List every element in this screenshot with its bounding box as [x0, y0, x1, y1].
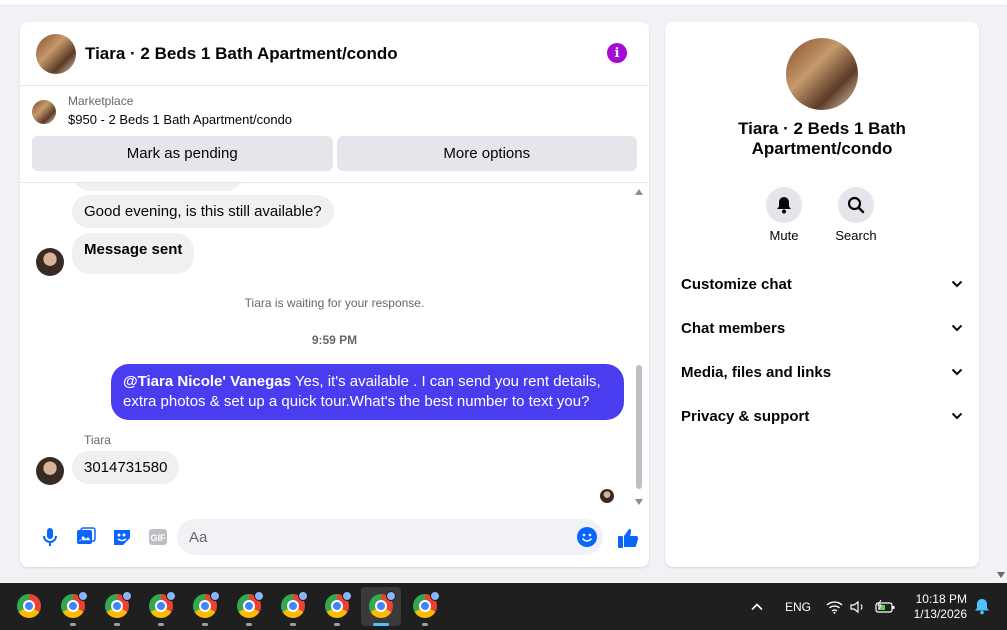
chat-title[interactable]: Tiara · 2 Beds 1 Bath Apartment/condo: [85, 44, 398, 64]
waiting-notice: Tiara is waiting for your response.: [244, 296, 425, 310]
page-scroll-down-arrow[interactable]: [997, 572, 1005, 578]
taskbar: ENG 10:18 PM 1/13/2026: [0, 583, 1007, 630]
outgoing-message[interactable]: @Tiara Nicole' Vanegas Yes, it's availab…: [111, 364, 624, 420]
message-bubble[interactable]: 3014731580: [72, 451, 180, 484]
sender-avatar[interactable]: [36, 248, 64, 276]
mute-label: Mute: [769, 228, 799, 243]
chrome-profile-icon[interactable]: [235, 591, 264, 626]
chrome-profile-icon[interactable]: [191, 591, 220, 626]
scroll-up-arrow[interactable]: [635, 189, 643, 195]
conversation-info-panel: Tiara · 2 Beds 1 Bath Apartment/condo Mu…: [665, 22, 979, 567]
menu-item-label: Privacy & support: [681, 407, 810, 425]
partial-bubble: [72, 183, 244, 191]
sticker-icon[interactable]: [104, 519, 140, 555]
settings-menu: Customize chat Chat members Media, files…: [665, 262, 979, 438]
message-input[interactable]: [189, 528, 559, 546]
menu-item-label: Chat members: [681, 319, 786, 337]
scroll-thumb[interactable]: [636, 365, 642, 489]
chrome-profile-icon[interactable]: [279, 591, 308, 626]
chevron-up-icon[interactable]: [750, 602, 764, 611]
microphone-icon[interactable]: [32, 519, 68, 555]
profile-avatar[interactable]: [786, 38, 858, 110]
sender-name: Tiara: [84, 433, 111, 447]
battery-icon[interactable]: [874, 583, 896, 630]
sender-avatar[interactable]: [36, 457, 64, 485]
clock-time: 10:18 PM: [915, 592, 967, 606]
timestamp: 9:59 PM: [311, 333, 358, 347]
active-app-indicator: [373, 623, 389, 626]
menu-chat-members[interactable]: Chat members: [665, 306, 979, 350]
chat-panel: Tiara · 2 Beds 1 Bath Apartment/condo i …: [20, 22, 649, 567]
read-receipt-avatar: [600, 489, 614, 503]
search-icon[interactable]: [838, 187, 874, 223]
gif-icon[interactable]: GIF: [140, 519, 176, 555]
message-input-box[interactable]: [177, 519, 603, 555]
search-button[interactable]: Search: [826, 187, 886, 243]
chat-avatar[interactable]: [36, 33, 76, 74]
chevron-down-icon: [951, 412, 963, 420]
more-options-button[interactable]: More options: [336, 136, 637, 171]
listing-price[interactable]: $950 - 2 Beds 1 Bath Apartment/condo: [68, 112, 292, 127]
chat-header: Tiara · 2 Beds 1 Bath Apartment/condo: [20, 22, 649, 86]
chrome-icon[interactable]: [15, 592, 43, 620]
info-icon[interactable]: i: [607, 43, 627, 63]
message-bubble[interactable]: Good evening, is this still available?: [72, 195, 334, 228]
like-icon[interactable]: [617, 527, 639, 554]
chrome-profile-icon[interactable]: [103, 591, 132, 626]
mention[interactable]: @Tiara Nicole' Vanegas: [123, 373, 291, 390]
message-bubble[interactable]: Message sent: [72, 233, 195, 274]
emoji-icon[interactable]: [577, 527, 597, 547]
scroll-down-arrow[interactable]: [635, 499, 643, 505]
chevron-down-icon: [951, 280, 963, 288]
volume-icon[interactable]: [850, 583, 866, 630]
photo-icon[interactable]: [68, 519, 104, 555]
show-hidden-icons[interactable]: [750, 583, 764, 630]
chrome-profile-icon[interactable]: [59, 591, 88, 626]
window-top-strip: [0, 0, 1007, 6]
profile-name: Tiara · 2 Beds 1 Bath Apartment/condo: [738, 119, 906, 158]
chevron-down-icon: [951, 368, 963, 376]
scrollbar[interactable]: [635, 189, 643, 505]
bell-icon[interactable]: [766, 187, 802, 223]
marketplace-banner: Marketplace $950 - 2 Beds 1 Bath Apartme…: [20, 86, 649, 183]
mute-button[interactable]: Mute: [754, 187, 814, 243]
chevron-down-icon: [951, 324, 963, 332]
clock-date: 1/13/2026: [913, 607, 967, 621]
menu-customize-chat[interactable]: Customize chat: [665, 262, 979, 306]
chrome-profile-icon[interactable]: [323, 591, 352, 626]
message-list: Good evening, is this still available? M…: [20, 183, 649, 503]
listing-thumbnail[interactable]: [32, 100, 56, 124]
marketplace-label: Marketplace: [68, 94, 134, 108]
menu-item-label: Media, files and links: [681, 363, 832, 381]
wifi-icon[interactable]: [826, 583, 843, 630]
notification-bell-icon[interactable]: [974, 583, 990, 630]
menu-media-files-links[interactable]: Media, files and links: [665, 350, 979, 394]
menu-privacy-support[interactable]: Privacy & support: [665, 394, 979, 438]
chrome-profile-icon[interactable]: [411, 591, 440, 626]
menu-item-label: Customize chat: [681, 275, 792, 293]
language-indicator[interactable]: ENG: [785, 583, 811, 630]
chrome-profile-icon[interactable]: [367, 591, 396, 620]
mark-as-pending-button[interactable]: Mark as pending: [32, 136, 333, 171]
chrome-profile-icon[interactable]: [147, 591, 176, 626]
search-label: Search: [835, 228, 877, 243]
clock[interactable]: 10:18 PM 1/13/2026: [914, 592, 967, 622]
svg-text:GIF: GIF: [151, 533, 167, 543]
